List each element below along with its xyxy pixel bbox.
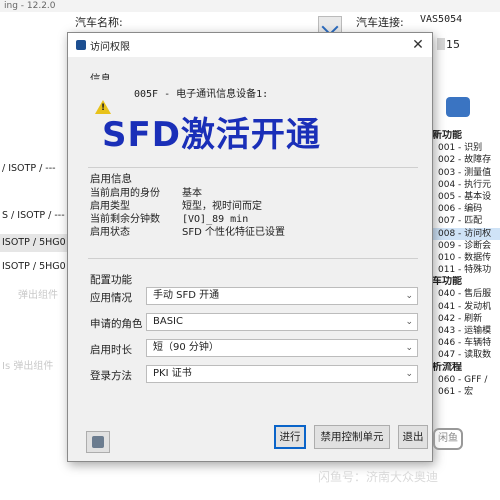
application-select[interactable]: 手动 SFD 开通 ⌄: [146, 287, 418, 305]
toolbar-icon[interactable]: [446, 97, 470, 117]
dialog-title: 访问权限: [90, 42, 130, 53]
faded-label: Is 弹出组件: [2, 361, 54, 372]
divider: [88, 258, 418, 259]
exit-button[interactable]: 退出: [398, 425, 428, 449]
help-button[interactable]: [86, 431, 110, 453]
chevron-down-icon: ⌄: [405, 317, 413, 327]
function-list-item[interactable]: 002 - 故障存: [432, 154, 500, 166]
sfd-overlay-text: SFD激活开通: [102, 115, 321, 155]
function-list-item[interactable]: 006 - 编码: [432, 203, 500, 215]
ecu-row[interactable]: S / ISOTP / ---: [0, 207, 70, 225]
function-list-item[interactable]: 011 - 特殊功: [432, 264, 500, 276]
function-list-item[interactable]: 040 - 售后服: [432, 288, 500, 300]
role-select[interactable]: BASIC ⌄: [146, 313, 418, 331]
duration-label: 启用时长: [90, 344, 132, 356]
chevron-down-icon: ⌄: [405, 343, 413, 353]
disable-ecu-button[interactable]: 禁用控制单元: [314, 425, 390, 449]
function-list-item[interactable]: 061 - 宏: [432, 386, 500, 398]
function-list-item[interactable]: 010 - 数据传: [432, 252, 500, 264]
function-group-header: 新功能: [432, 130, 462, 141]
function-list-item[interactable]: 003 - 测量值: [432, 167, 500, 179]
ecu-row[interactable]: ISOTP / 5HG0: [0, 234, 70, 252]
side-value: 15: [446, 38, 460, 51]
role-label: 申请的角色: [90, 318, 143, 330]
function-list-item[interactable]: 001 - 识别: [432, 142, 500, 154]
help-icon: [92, 436, 104, 448]
chevron-down-icon: ⌄: [405, 369, 413, 379]
function-list-item[interactable]: 041 - 发动机: [432, 301, 500, 313]
run-button[interactable]: 进行: [274, 425, 306, 449]
app-icon: [76, 40, 86, 50]
function-list-item[interactable]: 060 - GFF /: [432, 374, 500, 386]
ecu-info-line: 005F - 电子通讯信息设备1:: [134, 89, 269, 100]
access-rights-dialog: 访问权限 ✕ 信息 ! 005F - 电子通讯信息设备1: SFD激活开通 启用…: [67, 32, 433, 462]
enable-row: 启用状态 SFD 个性化特征已设置: [90, 227, 285, 238]
divider: [88, 167, 418, 168]
function-group-header: 车功能: [432, 276, 462, 288]
login-method-select[interactable]: PKI 证书 ⌄: [146, 365, 418, 383]
function-list-item[interactable]: 004 - 执行元: [432, 179, 500, 191]
faded-label: 弹出组件: [18, 290, 58, 301]
login-method-label: 登录方法: [90, 370, 132, 382]
application-label: 应用情况: [90, 292, 132, 304]
chevron-down-icon: ⌄: [405, 291, 413, 301]
app-title: ing - 12.2.0: [4, 1, 56, 11]
close-button[interactable]: ✕: [408, 36, 428, 54]
logo: 闲鱼: [433, 428, 463, 450]
function-list-item[interactable]: 042 - 刷新: [432, 313, 500, 325]
function-list-item[interactable]: 043 - 运输模: [432, 325, 500, 337]
function-list-item[interactable]: 008 - 访问权: [432, 227, 500, 240]
function-group-header: 析流程: [432, 361, 462, 373]
config-section-label: 配置功能: [90, 274, 132, 286]
function-list-item[interactable]: 009 - 诊断会: [432, 240, 500, 252]
car-name-label: 汽车名称:: [75, 16, 123, 29]
duration-select[interactable]: 短（90 分钟） ⌄: [146, 339, 418, 357]
dialog-titlebar: 访问权限 ✕: [68, 33, 432, 57]
function-list-item[interactable]: 005 - 基本设: [432, 191, 500, 203]
function-list-item[interactable]: 007 - 匹配: [432, 215, 500, 227]
function-list-item[interactable]: 046 - 车辆特: [432, 337, 500, 349]
ecu-row[interactable]: ISOTP / 5HG0: [0, 258, 70, 276]
function-list-item[interactable]: 047 - 读取数: [432, 349, 500, 361]
watermark: 闪鱼号：济南大众奥迪: [318, 470, 439, 484]
connection-value: VAS5054: [420, 14, 463, 25]
ecu-row[interactable]: / ISOTP / ---: [0, 160, 70, 178]
app-title-bar: ing - 12.2.0: [0, 0, 500, 12]
connection-label: 汽车连接:: [356, 16, 404, 29]
side-indicator: [437, 38, 445, 50]
function-list: 新功能 001 - 识别 002 - 故障存 003 - 测量值 004 - 执行元 00…: [432, 130, 500, 398]
